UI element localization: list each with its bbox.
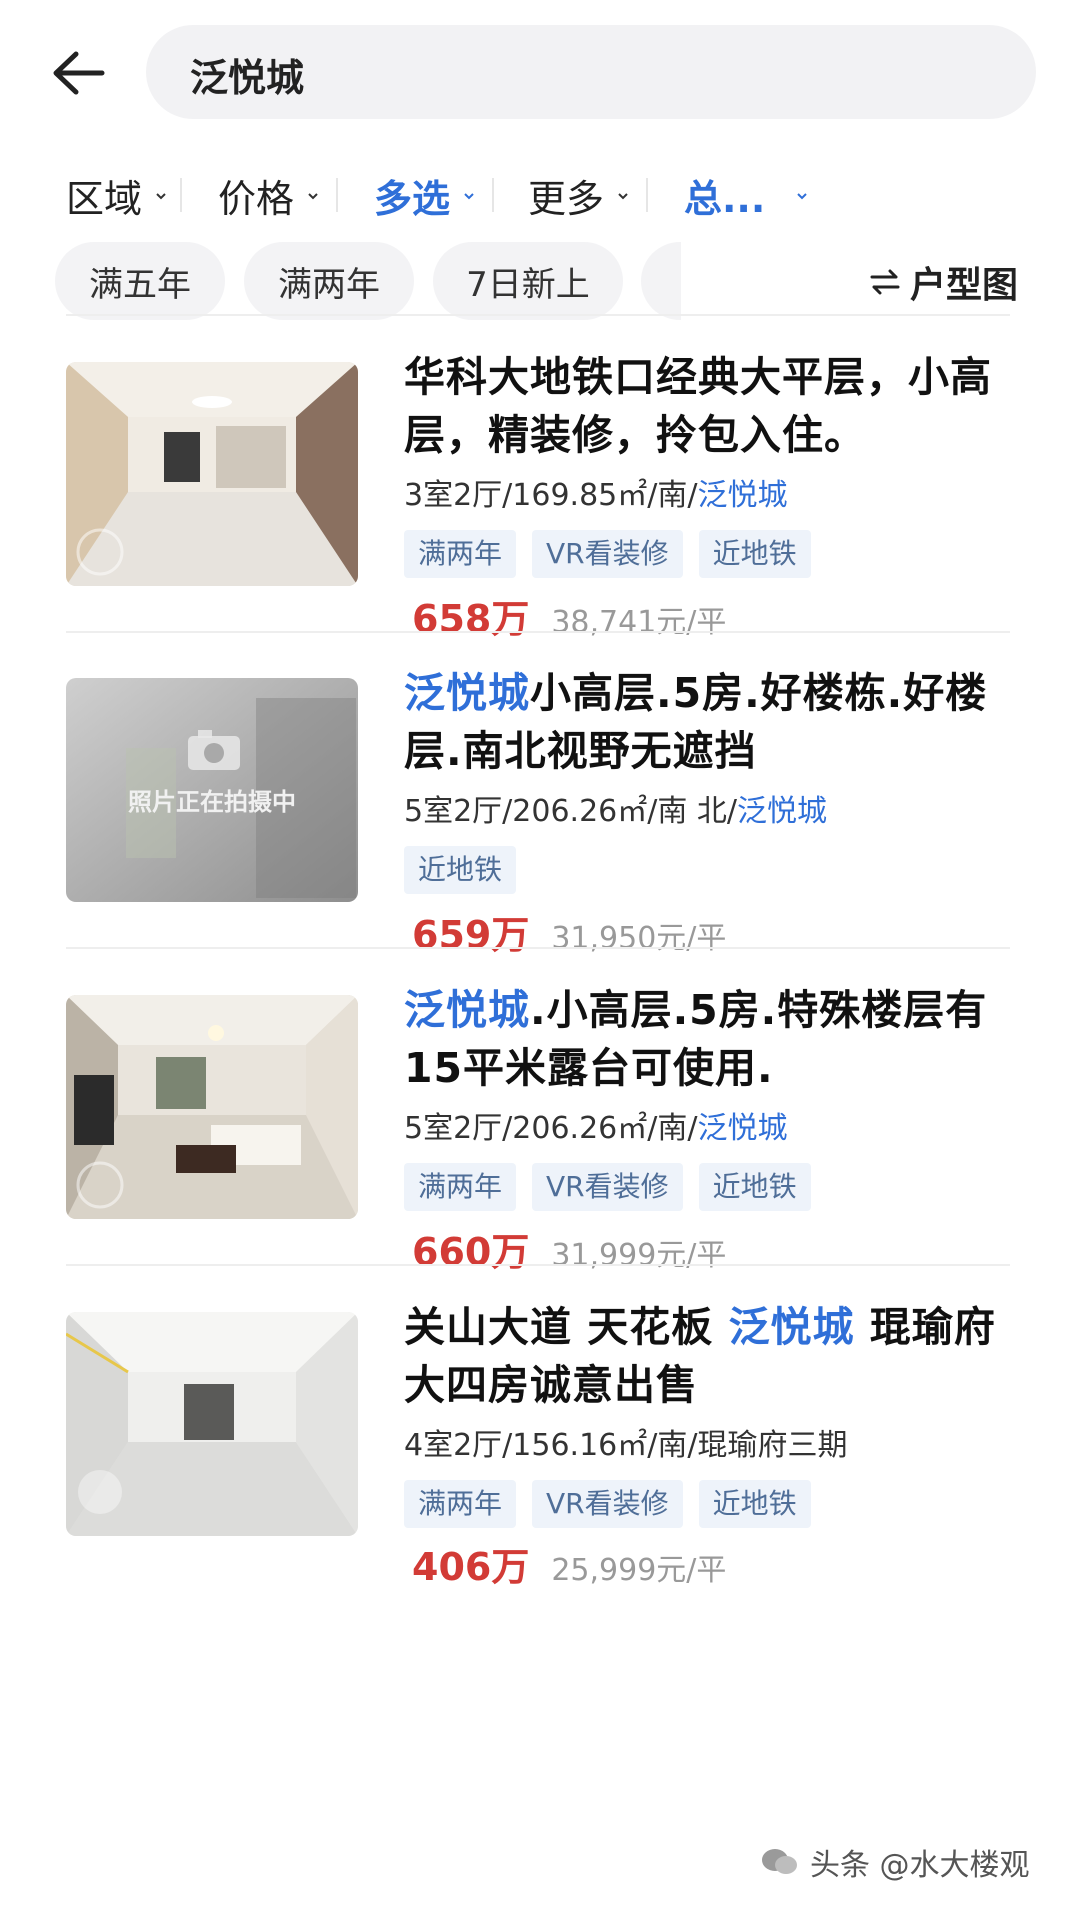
- tag: 满两年: [404, 530, 517, 578]
- tag: VR看装修: [532, 530, 683, 578]
- price-row: 660万 31,999元/平: [412, 1221, 726, 1276]
- top-bar: 泛悦城: [0, 0, 1080, 140]
- title-text: 华科大地铁口经典大平层，小高层，精装修，拎包入住。: [404, 353, 992, 459]
- title-text: 关山大道 天花板: [404, 1303, 729, 1351]
- search-query: 泛悦城: [190, 56, 305, 100]
- filter-label: 价格: [218, 177, 295, 221]
- living-room-photo: [66, 995, 358, 1219]
- specs-text: 5室2厅/206.26㎡/南 北/: [404, 794, 738, 829]
- total-price: 406万: [412, 1545, 530, 1589]
- community-name[interactable]: 泛悦城: [737, 794, 827, 829]
- filter-label: 更多: [528, 177, 605, 221]
- filter-label: 多选: [374, 177, 451, 221]
- community-name[interactable]: 泛悦城: [697, 1111, 787, 1146]
- listing-specs: 3室2厅/169.85㎡/南/泛悦城: [404, 470, 787, 514]
- chevron-down-icon: [618, 192, 628, 199]
- separator: [336, 178, 338, 212]
- listing-item[interactable]: 照片正在拍摄中 泛悦城小高层.5房.好楼栋.好楼层.南北视野无遮挡 5室2厅/2…: [0, 669, 1080, 998]
- tag: VR看装修: [532, 1163, 683, 1211]
- empty-room-photo: [66, 1312, 358, 1536]
- divider: [66, 1264, 1010, 1266]
- listing-tags: 满两年 VR看装修 近地铁: [404, 530, 827, 578]
- community-name[interactable]: 泛悦城: [697, 478, 787, 513]
- chip-two-years[interactable]: 满两年: [244, 242, 414, 320]
- room-photo: [66, 362, 358, 586]
- unit-price: 25,999元/平: [551, 1553, 727, 1588]
- listing-photo[interactable]: [66, 1312, 358, 1536]
- filter-price[interactable]: 价格: [218, 168, 320, 223]
- listing-photo[interactable]: [66, 362, 358, 586]
- divider: [66, 314, 1010, 316]
- listing-tags: 满两年 VR看装修 近地铁: [404, 1480, 827, 1528]
- separator: [180, 178, 182, 212]
- listing-item[interactable]: 关山大道 天花板 泛悦城 琨瑜府 大四房诚意出售 4室2厅/156.16㎡/南/…: [0, 1303, 1080, 1632]
- tag: 近地铁: [698, 1163, 811, 1211]
- quick-filter-chips: 满五年 满两年 7日新上 户型图: [0, 238, 1080, 324]
- listing-specs: 5室2厅/206.26㎡/南 北/泛悦城: [404, 786, 827, 830]
- unit-price: 31,950元/平: [551, 921, 727, 956]
- listing-specs: 5室2厅/206.26㎡/南/泛悦城: [404, 1103, 787, 1147]
- unit-price: 31,999元/平: [551, 1238, 727, 1273]
- listing-specs: 4室2厅/156.16㎡/南/琨瑜府三期: [404, 1420, 847, 1464]
- listing-title[interactable]: 华科大地铁口经典大平层，小高层，精装修，拎包入住。: [404, 348, 1024, 464]
- divider: [66, 631, 1010, 633]
- listing-title[interactable]: 泛悦城小高层.5房.好楼栋.好楼层.南北视野无遮挡: [404, 664, 1024, 780]
- filter-bar: 区域 价格 多选 更多 总...: [0, 150, 1080, 230]
- title-highlight: 泛悦城: [404, 986, 530, 1034]
- unit-price: 38,741元/平: [551, 605, 727, 640]
- listing-photo[interactable]: [66, 995, 358, 1219]
- chevron-down-icon: [797, 192, 808, 199]
- chip-new-7days[interactable]: 7日新上: [433, 242, 623, 320]
- tag: 满两年: [404, 1163, 517, 1211]
- listing-title[interactable]: 泛悦城.小高层.5房.特殊楼层有15平米露台可使用.: [404, 981, 1024, 1097]
- tag: 近地铁: [698, 530, 811, 578]
- title-highlight: 泛悦城: [404, 669, 530, 717]
- floorplan-toggle[interactable]: 户型图: [870, 256, 1018, 308]
- back-button[interactable]: [50, 48, 106, 98]
- title-highlight: 泛悦城: [728, 1303, 855, 1351]
- swap-icon: [870, 269, 900, 295]
- chevron-down-icon: [308, 192, 318, 199]
- chevron-down-icon: [464, 192, 474, 199]
- total-price: 660万: [412, 1230, 530, 1274]
- specs-text: 5室2厅/206.26㎡/南/: [404, 1111, 698, 1146]
- camera-icon: [188, 730, 240, 770]
- filter-multi[interactable]: 多选: [374, 168, 476, 223]
- listing-item[interactable]: 泛悦城.小高层.5房.特殊楼层有15平米露台可使用. 5室2厅/206.26㎡/…: [0, 986, 1080, 1315]
- price-row: 406万 25,999元/平: [412, 1536, 726, 1591]
- filter-total[interactable]: 总...: [684, 168, 809, 223]
- watermark-text: 头条 @水大楼观: [810, 1848, 1030, 1883]
- listing-photo[interactable]: 照片正在拍摄中: [66, 678, 358, 902]
- wechat-icon: [762, 1849, 797, 1874]
- filter-label: 区域: [66, 177, 143, 221]
- specs-text: 3室2厅/169.85㎡/南/: [404, 478, 698, 513]
- tag: 满两年: [404, 1480, 517, 1528]
- price-row: 659万 31,950元/平: [412, 904, 726, 959]
- filter-area[interactable]: 区域: [66, 168, 168, 223]
- listing-tags: 满两年 VR看装修 近地铁: [404, 1163, 827, 1211]
- separator: [646, 178, 648, 212]
- total-price: 659万: [412, 913, 530, 957]
- listing-title[interactable]: 关山大道 天花板 泛悦城 琨瑜府 大四房诚意出售: [404, 1298, 1024, 1414]
- watermark: 头条 @水大楼观: [760, 1840, 1030, 1884]
- floorplan-label: 户型图: [910, 265, 1019, 306]
- tag: 近地铁: [698, 1480, 811, 1528]
- listing-item[interactable]: 华科大地铁口经典大平层，小高层，精装修，拎包入住。 3室2厅/169.85㎡/南…: [0, 353, 1080, 682]
- placeholder-text: 照片正在拍摄中: [128, 788, 296, 816]
- chip-partial[interactable]: [641, 242, 681, 320]
- back-arrow-icon: [53, 51, 105, 95]
- separator: [492, 178, 494, 212]
- specs-text: 4室2厅/156.16㎡/南/琨瑜府三期: [404, 1428, 848, 1463]
- total-price: 658万: [412, 597, 530, 641]
- chip-five-years[interactable]: 满五年: [55, 242, 225, 320]
- price-row: 658万 38,741元/平: [412, 588, 726, 643]
- filter-label: 总...: [684, 177, 766, 221]
- search-input[interactable]: 泛悦城: [146, 25, 1036, 119]
- tag: VR看装修: [532, 1480, 683, 1528]
- listing-tags: 近地铁: [404, 846, 532, 894]
- tag: 近地铁: [404, 846, 517, 894]
- filter-more[interactable]: 更多: [528, 168, 630, 223]
- chevron-down-icon: [156, 192, 166, 199]
- divider: [66, 947, 1010, 949]
